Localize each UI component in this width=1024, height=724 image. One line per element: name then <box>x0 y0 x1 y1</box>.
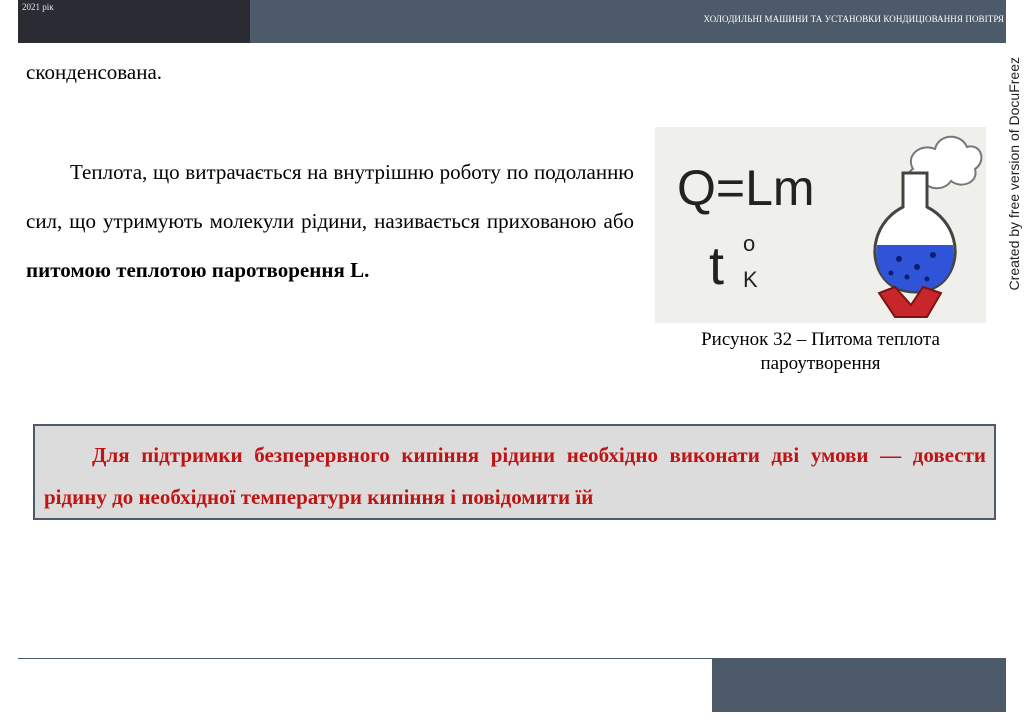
footer-divider <box>18 658 712 659</box>
figure-caption: Рисунок 32 – Питома теплота пароутворенн… <box>655 328 986 376</box>
text-fragment: сконденсована. <box>26 60 163 84</box>
formula-t: t <box>709 236 724 296</box>
definition-paragraph: Теплота, що витрачається на внутрішню ро… <box>26 148 634 295</box>
figure-caption-line1: Рисунок 32 – Питома теплота <box>701 329 940 350</box>
callout-text: Для підтримки безперервного кипіння ріди… <box>44 443 986 509</box>
header-title: ХОЛОДИЛЬНІ МАШИНИ ТА УСТАНОВКИ КОНДИЦІОВ… <box>703 14 1004 24</box>
flask-icon <box>873 171 957 294</box>
formula-q: Q=Lm <box>677 160 815 216</box>
formula-t-degree: o <box>743 231 755 256</box>
definition-term: питомою теплотою паротворення L. <box>26 258 370 282</box>
footer-bar <box>712 658 1006 712</box>
header-year-block: 2021 рік <box>18 0 250 43</box>
header-year: 2021 рік <box>22 2 54 12</box>
header-bar: ХОЛОДИЛЬНІ МАШИНИ ТА УСТАНОВКИ КОНДИЦІОВ… <box>250 0 1006 43</box>
flask-illustration: Q=Lm t o K <box>677 135 983 318</box>
formula-t-sub: K <box>743 267 758 292</box>
definition-text: Теплота, що витрачається на внутрішню ро… <box>26 160 634 233</box>
figure-caption-line2: пароутворення <box>760 353 881 374</box>
figure-image: Q=Lm t o K <box>655 127 986 323</box>
callout-box: Для підтримки безперервного кипіння ріди… <box>33 424 996 520</box>
watermark: Created by free version of DocuFreez <box>1003 0 1024 290</box>
watermark-text: Created by free version of DocuFreez <box>1005 56 1022 290</box>
